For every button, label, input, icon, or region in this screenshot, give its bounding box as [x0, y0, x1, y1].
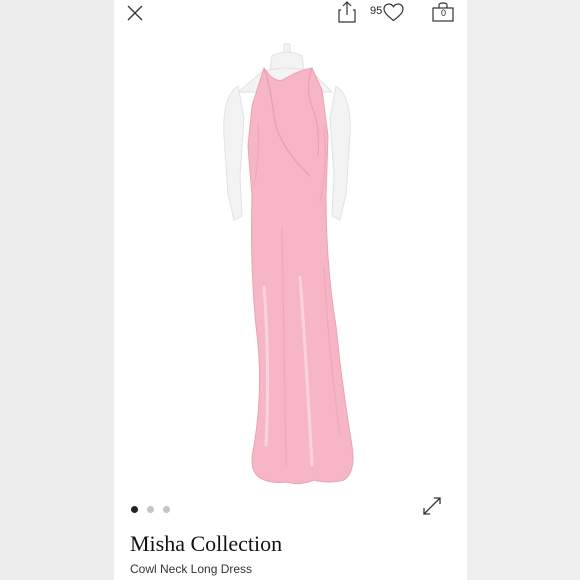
share-icon[interactable] [338, 1, 356, 23]
gallery-dot-2[interactable] [147, 506, 154, 513]
gallery-dot-1[interactable] [131, 506, 138, 513]
top-bar: 95 0 [114, 0, 467, 26]
heart-icon[interactable] [383, 3, 404, 22]
product-title: Cowl Neck Long Dress [130, 562, 253, 576]
product-image[interactable] [114, 26, 467, 504]
bag-count: 0 [440, 8, 446, 18]
product-panel: 95 0 Misha Collection Cowl Neck Long Dre… [114, 0, 467, 580]
gallery-dot-3[interactable] [163, 506, 170, 513]
left-backdrop [0, 0, 114, 580]
like-count: 95 [370, 5, 383, 17]
brand-name[interactable]: Misha Collection [130, 531, 282, 557]
expand-icon[interactable] [422, 496, 442, 516]
right-backdrop [467, 0, 580, 580]
close-icon[interactable] [126, 4, 144, 22]
